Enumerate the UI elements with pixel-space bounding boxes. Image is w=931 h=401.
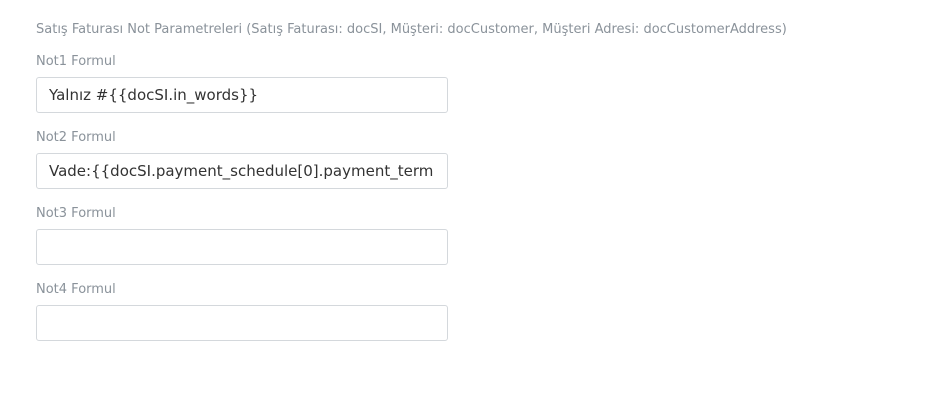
field-not4: Not4 Formul (36, 282, 916, 341)
not2-label: Not2 Formul (36, 130, 116, 145)
not3-label: Not3 Formul (36, 206, 116, 221)
not4-label: Not4 Formul (36, 282, 116, 297)
note-parameters-form: Satış Faturası Not Parametreleri (Satış … (36, 20, 916, 358)
not3-formula-input[interactable] (36, 229, 448, 265)
not1-formula-input[interactable] (36, 77, 448, 113)
not2-formula-input[interactable] (36, 153, 448, 189)
not1-label: Not1 Formul (36, 54, 116, 69)
not4-formula-input[interactable] (36, 305, 448, 341)
section-title: Satış Faturası Not Parametreleri (Satış … (36, 22, 787, 37)
field-not2: Not2 Formul (36, 130, 916, 189)
field-not3: Not3 Formul (36, 206, 916, 265)
field-not1: Not1 Formul (36, 54, 916, 113)
